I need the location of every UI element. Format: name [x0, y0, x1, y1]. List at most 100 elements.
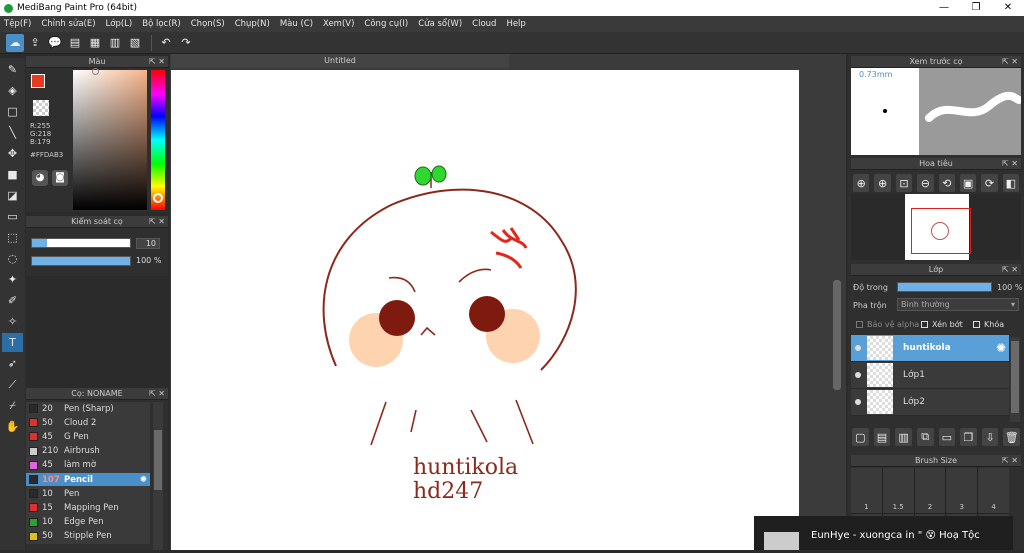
canvas-vertical-scrollbar[interactable]	[833, 280, 841, 390]
palette-icon[interactable]: ◕	[32, 170, 48, 186]
eye-icon[interactable]	[855, 399, 861, 405]
rotate-left-icon[interactable]: ⟲	[938, 174, 955, 192]
panel-close-icon[interactable]: ⇱ ✕	[1002, 264, 1018, 276]
select-pen-tool-icon[interactable]: ✐	[2, 291, 23, 310]
menu-edit[interactable]: Chỉnh sửa(E)	[41, 19, 95, 29]
eraser-tool-icon[interactable]: ◈	[2, 81, 23, 100]
brush-item[interactable]: 15 Mapping Pen	[26, 501, 150, 516]
bucket-tool-icon[interactable]: ◪	[2, 186, 23, 205]
eye-icon[interactable]	[855, 345, 861, 351]
document-icon[interactable]: ▦	[86, 34, 104, 52]
divide-tool-icon[interactable]: ⟋	[2, 375, 23, 394]
zoom-in-alt-icon[interactable]: ⊕	[874, 174, 891, 192]
select-rect-tool-icon[interactable]: ⬚	[2, 228, 23, 247]
brush-size-slider[interactable]	[31, 238, 131, 248]
folder-icon[interactable]: ▭	[938, 428, 956, 446]
panel-close-icon[interactable]: ⇱ ✕	[149, 56, 165, 68]
fit-icon[interactable]: ⊡	[895, 174, 913, 192]
layer-row[interactable]: Lớp1	[851, 362, 1009, 389]
zoom-out-icon[interactable]: ⊖	[917, 174, 934, 192]
menu-select[interactable]: Chọn(S)	[191, 19, 225, 29]
new-8bit-layer-icon[interactable]: ▥	[895, 428, 912, 446]
panel-close-icon[interactable]: ⇱ ✕	[149, 388, 165, 400]
menu-file[interactable]: Tệp(F)	[4, 19, 31, 29]
menu-cloud[interactable]: Cloud	[472, 19, 496, 29]
shape-tool-icon[interactable]: □	[2, 102, 23, 121]
transparent-color-swatch[interactable]	[33, 100, 49, 116]
layer-opacity-slider[interactable]	[897, 282, 992, 292]
brush-item[interactable]: 50 Cloud 2	[26, 416, 150, 431]
eyedropper-tool-icon[interactable]: ⌿	[2, 396, 23, 415]
brush-item[interactable]: 50 Stipple Pen	[26, 529, 150, 544]
menu-snap[interactable]: Chụp(N)	[235, 19, 270, 29]
gradient-tool-icon[interactable]: ▭	[2, 207, 23, 226]
clipping-checkbox[interactable]: Xén bớt	[921, 320, 963, 329]
brush-list-scrollbar[interactable]	[153, 402, 163, 550]
protect-alpha-checkbox[interactable]: Bảo vệ alpha	[856, 320, 919, 329]
brush-size-cell[interactable]: 2	[914, 468, 946, 513]
document-tab[interactable]: Untitled	[171, 54, 509, 68]
gear-icon[interactable]: ✺	[996, 341, 1006, 355]
navigator-view[interactable]	[851, 194, 1021, 260]
gear-icon[interactable]: ✺	[140, 475, 147, 485]
menu-window[interactable]: Cửa sổ(W)	[418, 19, 462, 29]
panel-close-icon[interactable]: ⇱ ✕	[1002, 158, 1018, 170]
brush-size-value[interactable]: 10	[136, 238, 160, 249]
delete-layer-icon[interactable]: 🗑	[1003, 428, 1020, 446]
brush-item[interactable]: 10 Edge Pen	[26, 515, 150, 530]
color-picker-icon[interactable]: ◙	[52, 170, 68, 186]
line-tool-icon[interactable]: ╲	[2, 123, 23, 142]
maximize-button[interactable]: ❐	[960, 0, 992, 16]
flip-icon[interactable]: ◧	[1002, 174, 1019, 192]
menu-filter[interactable]: Bộ lọc(R)	[142, 19, 181, 29]
panel-close-icon[interactable]: ⇱ ✕	[1002, 56, 1018, 68]
blend-mode-select[interactable]: Bình thường ▾	[897, 298, 1019, 311]
undo-icon[interactable]: ↶	[157, 34, 175, 52]
drawing-canvas[interactable]: huntikola hd247	[171, 70, 799, 550]
new-halftone-layer-icon[interactable]: ▤	[873, 428, 891, 446]
lock-checkbox[interactable]: Khóa	[973, 320, 1004, 329]
text-tool-icon[interactable]: T	[2, 333, 23, 352]
brush-opacity-slider[interactable]	[31, 256, 131, 266]
merge-layer-icon[interactable]: ⇩	[981, 428, 999, 446]
menu-view[interactable]: Xem(V)	[323, 19, 354, 29]
cloud-icon[interactable]: ☁	[6, 33, 24, 52]
hue-slider[interactable]	[151, 70, 165, 210]
select-eraser-tool-icon[interactable]: ✧	[2, 312, 23, 331]
sv-picker-cursor[interactable]	[92, 68, 99, 75]
primary-color-swatch[interactable]	[31, 74, 45, 88]
brush-tool-icon[interactable]: ✎	[2, 60, 23, 79]
brush-item[interactable]: 45 làm mờ	[26, 458, 150, 473]
magic-wand-tool-icon[interactable]: ✦	[2, 270, 23, 289]
layer-list-scrollbar[interactable]	[1010, 337, 1020, 422]
operation-tool-icon[interactable]: ➶	[2, 354, 23, 373]
lasso-tool-icon[interactable]: ◌	[2, 249, 23, 268]
comment-icon[interactable]: 💬	[46, 34, 64, 52]
chat-icon[interactable]: ▤	[66, 34, 84, 52]
saturation-value-picker[interactable]	[73, 70, 147, 210]
grid-icon[interactable]: ▥	[106, 34, 124, 52]
duplicate-layer-icon[interactable]: ⧉	[916, 428, 934, 446]
menu-help[interactable]: Help	[506, 19, 525, 29]
new-layer-icon[interactable]: ▢	[852, 428, 869, 446]
move-tool-icon[interactable]: ✥	[2, 144, 23, 163]
menu-tools[interactable]: Công cụ(I)	[364, 19, 408, 29]
actual-size-icon[interactable]: ▣	[959, 174, 977, 192]
brush-size-cell[interactable]: 3	[946, 468, 978, 513]
panel-close-icon[interactable]: ⇱ ✕	[1002, 455, 1018, 467]
panel-close-icon[interactable]: ⇱ ✕	[149, 216, 165, 228]
brush-size-cell[interactable]: 1	[851, 468, 882, 513]
brush-item[interactable]: 10 Pen	[26, 487, 150, 502]
layer-row[interactable]: huntikola ✺	[851, 335, 1009, 362]
hue-slider-handle[interactable]	[153, 193, 163, 203]
minimize-button[interactable]: —	[928, 0, 960, 16]
layer-row[interactable]: Lớp2	[851, 389, 1009, 416]
layer-scroll-thumb[interactable]	[1011, 341, 1019, 413]
close-button[interactable]: ✕	[992, 0, 1024, 16]
panel-layout-icon[interactable]: ▧	[126, 34, 144, 52]
fill-rect-tool-icon[interactable]: ■	[2, 165, 23, 184]
copy-layer-icon[interactable]: ❐	[960, 428, 977, 446]
brush-item[interactable]: 107 Pencil ✺	[26, 472, 150, 488]
brush-list-scroll-thumb[interactable]	[154, 430, 162, 490]
menu-color[interactable]: Màu (C)	[280, 19, 313, 29]
